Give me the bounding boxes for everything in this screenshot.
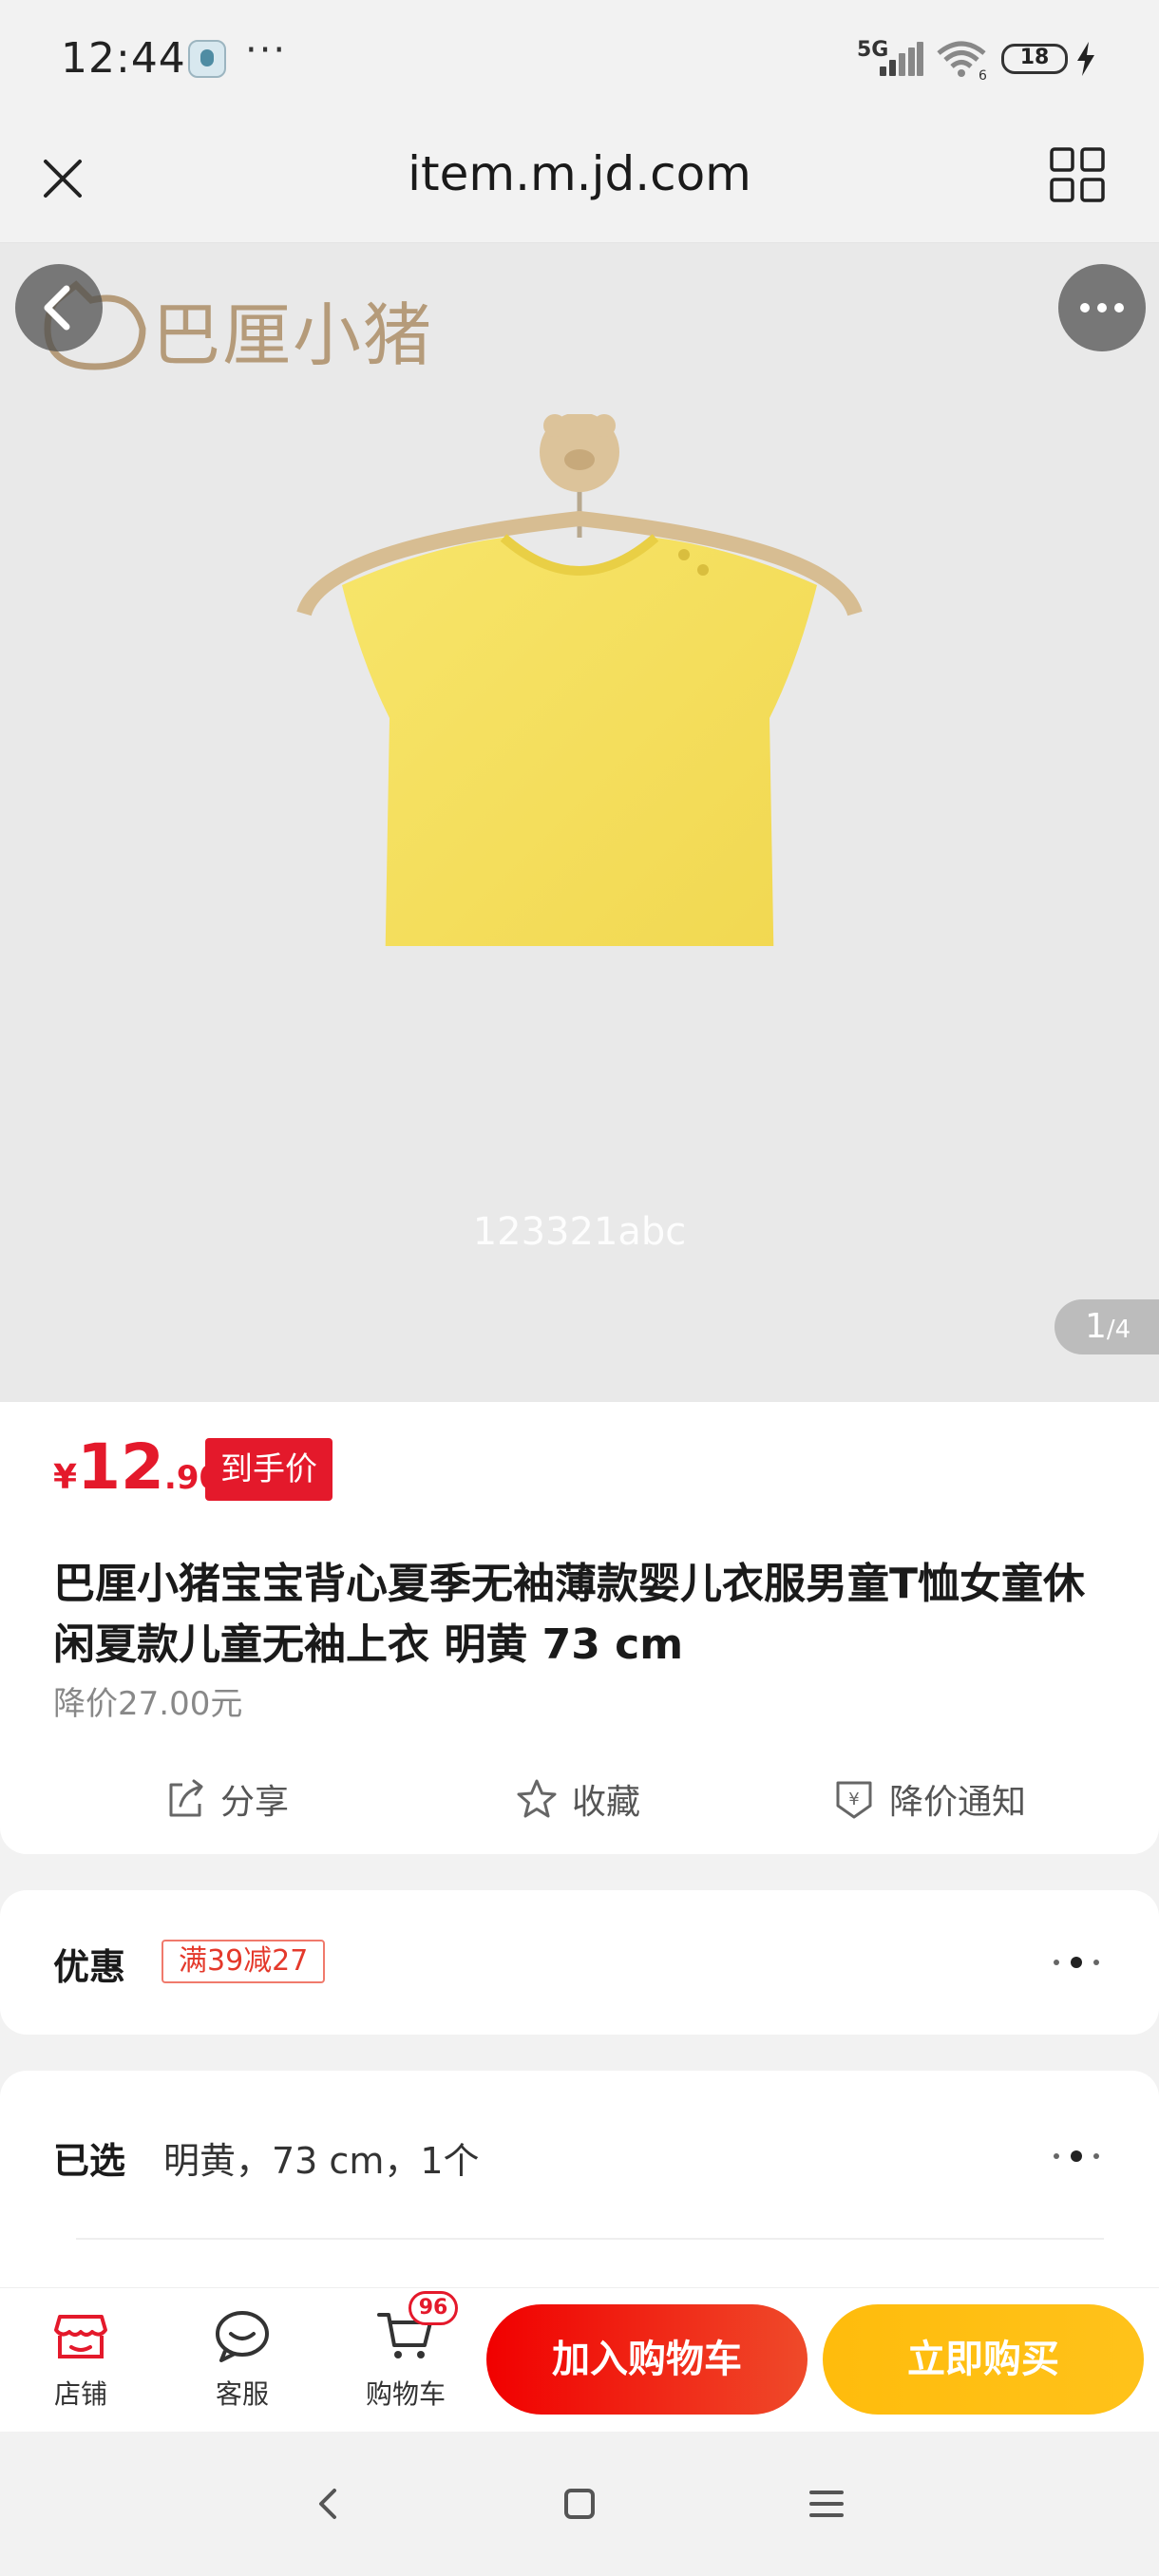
store-tab[interactable]: 店铺 xyxy=(19,2305,142,2412)
add-to-cart-button[interactable]: 加入购物车 xyxy=(486,2304,808,2415)
selected-label: 已选 xyxy=(53,2140,126,2182)
product-price: ¥12.90 xyxy=(53,1430,221,1504)
more-dots-icon[interactable] xyxy=(1045,1943,1108,1981)
chat-service-icon xyxy=(216,2311,269,2362)
chevron-left-icon xyxy=(44,285,70,331)
svg-text:6: 6 xyxy=(978,68,987,80)
customer-service-label: 客服 xyxy=(215,2378,269,2410)
product-actions: 分享 收藏 ¥ 降价通知 xyxy=(0,1761,1159,1837)
price-alert-button[interactable]: ¥ 降价通知 xyxy=(832,1761,1026,1837)
brand-logo-text: 巴厘小猪 xyxy=(152,295,434,375)
price-integer: 12 xyxy=(77,1430,164,1504)
more-dots-icon xyxy=(1080,303,1124,313)
buy-now-button[interactable]: 立即购买 xyxy=(823,2304,1144,2415)
status-time: 12:44 xyxy=(61,34,186,83)
more-notifications-icon: ··· xyxy=(245,28,288,72)
coupon-tag: 满39减27 xyxy=(162,1940,326,1983)
image-watermark: 123321abc xyxy=(472,1210,687,1254)
customer-service-tab[interactable]: 客服 xyxy=(180,2305,304,2412)
battery-level: 18 xyxy=(1019,46,1050,69)
share-label: 分享 xyxy=(220,1783,290,1822)
price-drop-text: 降价27.00元 xyxy=(53,1685,243,1723)
charging-icon xyxy=(1077,42,1094,76)
divider xyxy=(76,2238,1104,2240)
current-image-index: 1 xyxy=(1085,1307,1107,1346)
promotion-row[interactable]: 优惠 满39减27 xyxy=(0,1890,1159,2035)
more-options-button[interactable] xyxy=(1058,264,1146,351)
grid-menu-icon[interactable] xyxy=(1049,146,1106,203)
svg-text:¥: ¥ xyxy=(848,1790,859,1809)
product-photo-yellow-vest xyxy=(296,414,863,946)
browser-url-bar: item.m.jd.com xyxy=(0,114,1159,243)
selected-value: 明黄，73 cm，1个 xyxy=(163,2140,480,2182)
share-icon xyxy=(169,1779,203,1817)
image-page-counter: 1/4 xyxy=(1054,1299,1159,1354)
signal-icon xyxy=(876,42,923,76)
price-alert-icon: ¥ xyxy=(836,1781,872,1819)
price-alert-label: 降价通知 xyxy=(889,1783,1027,1822)
currency-symbol: ¥ xyxy=(53,1458,78,1497)
store-label: 店铺 xyxy=(53,2378,107,2410)
favorite-label: 收藏 xyxy=(572,1783,641,1822)
favorite-button[interactable]: 收藏 xyxy=(515,1761,640,1837)
cart-count-badge: 96 xyxy=(408,2291,458,2325)
system-home-icon[interactable] xyxy=(557,2481,602,2527)
total-images: /4 xyxy=(1106,1316,1131,1344)
back-button[interactable] xyxy=(15,264,103,351)
final-price-badge: 到手价 xyxy=(205,1438,332,1501)
system-menu-icon[interactable] xyxy=(804,2481,849,2527)
status-bar: 12:44 ··· 5G 6 18 xyxy=(0,0,1159,114)
more-dots-icon[interactable] xyxy=(1045,2137,1108,2175)
store-icon xyxy=(54,2315,107,2358)
wifi-icon: 6 xyxy=(937,41,987,80)
cart-label: 购物车 xyxy=(365,2378,446,2410)
selected-options-row[interactable]: 已选 明黄，73 cm，1个 xyxy=(0,2071,1159,2299)
app-notification-icon xyxy=(188,40,226,78)
share-button[interactable]: 分享 xyxy=(163,1761,289,1837)
page-url: item.m.jd.com xyxy=(408,146,751,201)
product-image-gallery[interactable]: 巴厘小猪 123321abc 1/4 xyxy=(0,243,1159,1402)
battery-icon: 18 xyxy=(1001,44,1068,74)
product-info-card: ¥12.90 到手价 巴厘小猪宝宝背心夏季无袖薄款婴儿衣服男童T恤女童休闲夏款儿… xyxy=(0,1402,1159,1854)
system-back-icon[interactable] xyxy=(306,2481,352,2527)
system-navigation-bar xyxy=(0,2432,1159,2576)
star-icon xyxy=(517,1779,557,1818)
promotion-label: 优惠 xyxy=(53,1946,126,1988)
product-title: 巴厘小猪宝宝背心夏季无袖薄款婴儿衣服男童T恤女童休闲夏款儿童无袖上衣 明黄 73… xyxy=(53,1560,1086,1669)
